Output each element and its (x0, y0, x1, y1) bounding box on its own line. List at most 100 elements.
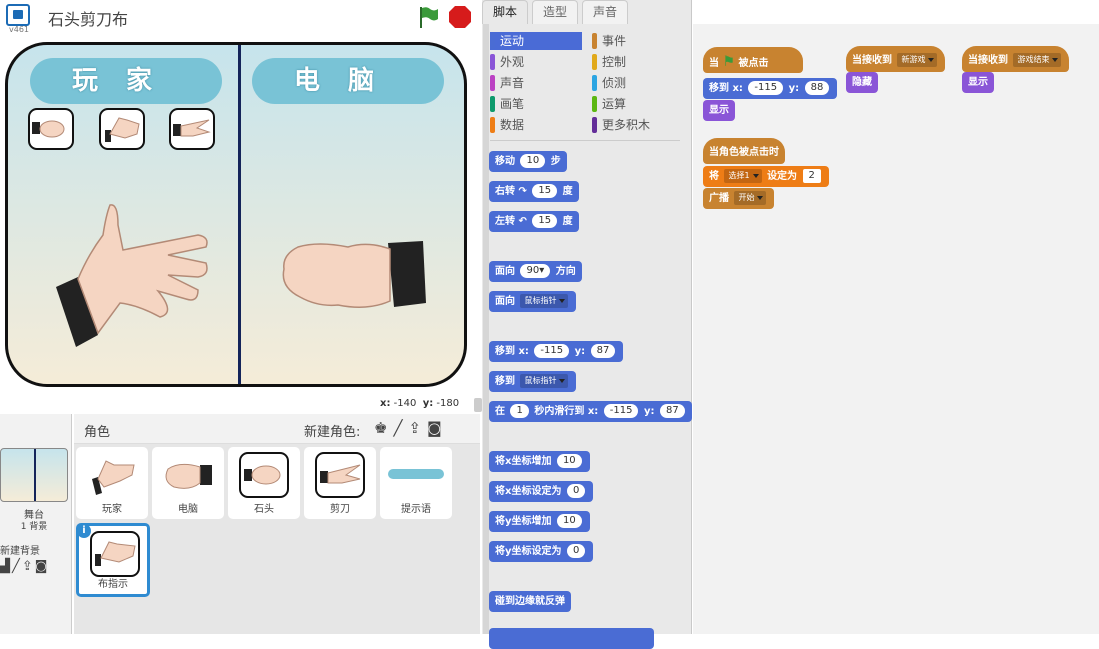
upload-icon[interactable]: ⇪ (408, 419, 427, 437)
script-broadcast-block[interactable]: 广播 开始 (703, 188, 775, 209)
sprite-name: 布指示 (98, 579, 128, 590)
scissors-choice-button[interactable] (169, 108, 215, 150)
script-hide-block[interactable]: 隐藏 (846, 72, 878, 93)
block-turn-right[interactable]: 右转 ↷ 15 度 (489, 181, 579, 202)
open-hand-icon (105, 117, 140, 142)
block-set-y[interactable]: 将y坐标设定为 0 (489, 541, 594, 562)
new-sprite-label: 新建角色: (304, 425, 361, 440)
block-goto-xy[interactable]: 移到 x: -115 y: 87 (489, 341, 624, 362)
sprite-thumbnail (239, 452, 289, 498)
when-receive-game-over-hat[interactable]: 当接收到 游戏结束 (962, 46, 1070, 72)
sprite-name: 玩家 (102, 504, 122, 515)
block-goto[interactable]: 移到 鼠标指针 (489, 371, 577, 392)
block-glide[interactable]: 在 1 秒内滑行到 x: -115 y: 87 (489, 401, 692, 422)
category-operators[interactable]: 运算 (592, 95, 684, 113)
script-show-block[interactable]: 显示 (962, 72, 994, 93)
sprite-thumbnail (92, 460, 135, 495)
sprite-name: 石头 (254, 504, 274, 515)
paint-brush-icon[interactable]: ╱ (12, 559, 22, 574)
backdrop-count: 1 背景 (20, 522, 48, 532)
player-hand-paper[interactable] (48, 195, 218, 355)
tab-scripts[interactable]: 脚本 (482, 0, 529, 24)
block-change-y[interactable]: 将y坐标增加 10 (489, 511, 590, 532)
script-set-variable-block[interactable]: 将 选择1 设定为 2 (703, 166, 829, 187)
fullscreen-icon[interactable] (6, 4, 30, 26)
camera-icon[interactable]: ◙ (427, 419, 448, 437)
when-receive-new-game-hat[interactable]: 当接收到 新游戏 (846, 46, 946, 72)
new-backdrop-tools: ▟╱⇪◙ (0, 559, 49, 574)
when-sprite-clicked-hat[interactable]: 当角色被点击时 (703, 138, 785, 164)
editor-tabs: 脚本 造型 声音 (482, 0, 692, 24)
sprite-thumbnail (315, 452, 365, 498)
sprite-tile-scissors[interactable]: 剪刀 (304, 447, 376, 519)
new-backdrop-label: 新建背景 (0, 546, 40, 557)
block-partial[interactable] (489, 628, 654, 649)
stage-thumbnail[interactable] (0, 448, 68, 502)
green-flag-icon[interactable] (416, 5, 440, 29)
category-events[interactable]: 事件 (592, 32, 684, 50)
sprite-name: 电脑 (178, 504, 198, 515)
stage-selector-column: 舞台 1 背景 新建背景 ▟╱⇪◙ (0, 414, 72, 634)
sprite-tile-computer[interactable]: 电脑 (152, 447, 224, 519)
stop-icon[interactable] (448, 5, 472, 29)
green-flag-icon: ⚑ (722, 54, 736, 70)
paper-choice-button[interactable] (99, 108, 145, 150)
stage-header: v461 石头剪刀布 (0, 0, 480, 34)
camera-icon[interactable]: ◙ (35, 559, 50, 574)
player-label: 玩家 (30, 58, 222, 104)
rotate-left-icon: ↶ (518, 216, 527, 227)
stage-divider (238, 45, 241, 384)
tab-sounds[interactable]: 声音 (582, 0, 629, 24)
version-label: v461 (9, 25, 30, 34)
upload-icon[interactable]: ⇪ (22, 559, 35, 574)
sprite-tile-rock[interactable]: 石头 (228, 447, 300, 519)
landscape-icon[interactable]: ▟ (0, 559, 12, 574)
when-flag-clicked-hat[interactable]: 当 ⚑ 被点击 (703, 47, 803, 73)
new-sprite-tools: ♚╱⇪◙ (374, 419, 448, 437)
block-point-towards[interactable]: 面向 鼠标指针 (489, 291, 577, 312)
sprite-name: 提示语 (401, 504, 431, 515)
category-sound[interactable]: 声音 (490, 74, 582, 92)
fist-icon (32, 120, 65, 138)
project-title[interactable]: 石头剪刀布 (48, 6, 128, 30)
sprite-thumbnail (90, 531, 140, 577)
stage[interactable]: 玩家 电脑 (0, 34, 480, 396)
sprites-title: 角色 (84, 425, 111, 440)
palette-scrollbar[interactable] (483, 24, 489, 634)
category-list: 运动 事件 外观 控制 声音 侦测 画笔 运算 数据 更多积木 (490, 32, 690, 142)
scissors-hand-icon (173, 119, 211, 137)
sprite-thumbnail (165, 463, 212, 489)
category-more-blocks[interactable]: 更多积木 (592, 116, 684, 134)
block-turn-left[interactable]: 左转 ↶ 15 度 (489, 211, 579, 232)
sprite-library-icon[interactable]: ♚ (374, 419, 393, 437)
mouse-coordinates: x: -140 y: -180 (380, 398, 460, 409)
block-set-x[interactable]: 将x坐标设定为 0 (489, 481, 594, 502)
category-pen[interactable]: 画笔 (490, 95, 582, 113)
script-goto-xy-block[interactable]: 移到 x: -115 y: 88 (703, 78, 838, 99)
stage-backdrop: 玩家 电脑 (5, 42, 467, 387)
block-change-x[interactable]: 将x坐标增加 10 (489, 451, 590, 472)
block-bounce-on-edge[interactable]: 碰到边缘就反弹 (489, 591, 571, 612)
collapse-stage-handle[interactable] (474, 398, 482, 412)
sprite-tile-paper-indicator[interactable]: i 布指示 (76, 523, 150, 597)
tab-costumes[interactable]: 造型 (532, 0, 579, 24)
script-show-block[interactable]: 显示 (703, 100, 735, 121)
block-move-steps[interactable]: 移动 10 步 (489, 151, 567, 172)
paint-brush-icon[interactable]: ╱ (393, 419, 408, 437)
category-data[interactable]: 数据 (490, 116, 582, 134)
sprite-thumbnail (388, 469, 444, 479)
sprites-header: 角色 新建角色: ♚╱⇪◙ (74, 414, 480, 444)
category-sensing[interactable]: 侦测 (592, 74, 684, 92)
category-motion[interactable]: 运动 (490, 32, 582, 50)
sprite-name: 剪刀 (330, 504, 350, 515)
sprite-tile-player[interactable]: 玩家 (76, 447, 148, 519)
sprite-list: 玩家 电脑 石头 剪刀 提示语 i 布指示 (74, 444, 480, 634)
scripts-area[interactable] (693, 24, 1099, 634)
computer-hand-rock[interactable] (278, 235, 438, 335)
category-control[interactable]: 控制 (592, 53, 684, 71)
sprite-tile-hint[interactable]: 提示语 (380, 447, 452, 519)
category-looks[interactable]: 外观 (490, 53, 582, 71)
rock-choice-button[interactable] (28, 108, 74, 150)
block-point-direction[interactable]: 面向 90▾ 方向 (489, 261, 582, 282)
palette-divider (490, 140, 680, 141)
